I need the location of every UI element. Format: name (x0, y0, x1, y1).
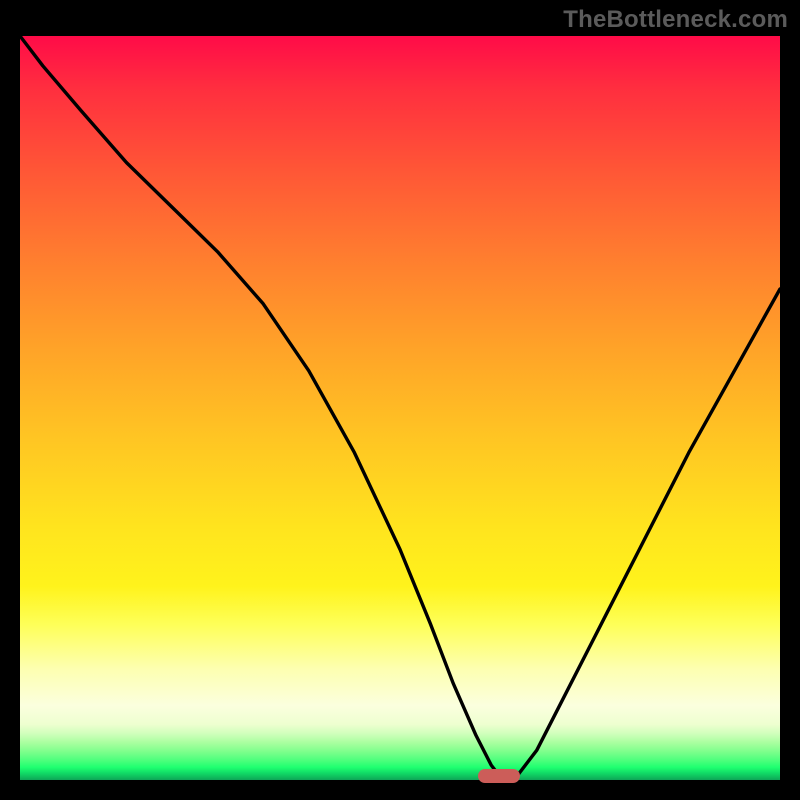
bottleneck-curve (20, 36, 780, 780)
optimal-marker (478, 769, 520, 783)
plot-area (20, 36, 780, 780)
curve-path (20, 36, 780, 780)
chart-frame: TheBottleneck.com (0, 0, 800, 800)
watermark-text: TheBottleneck.com (563, 6, 788, 34)
